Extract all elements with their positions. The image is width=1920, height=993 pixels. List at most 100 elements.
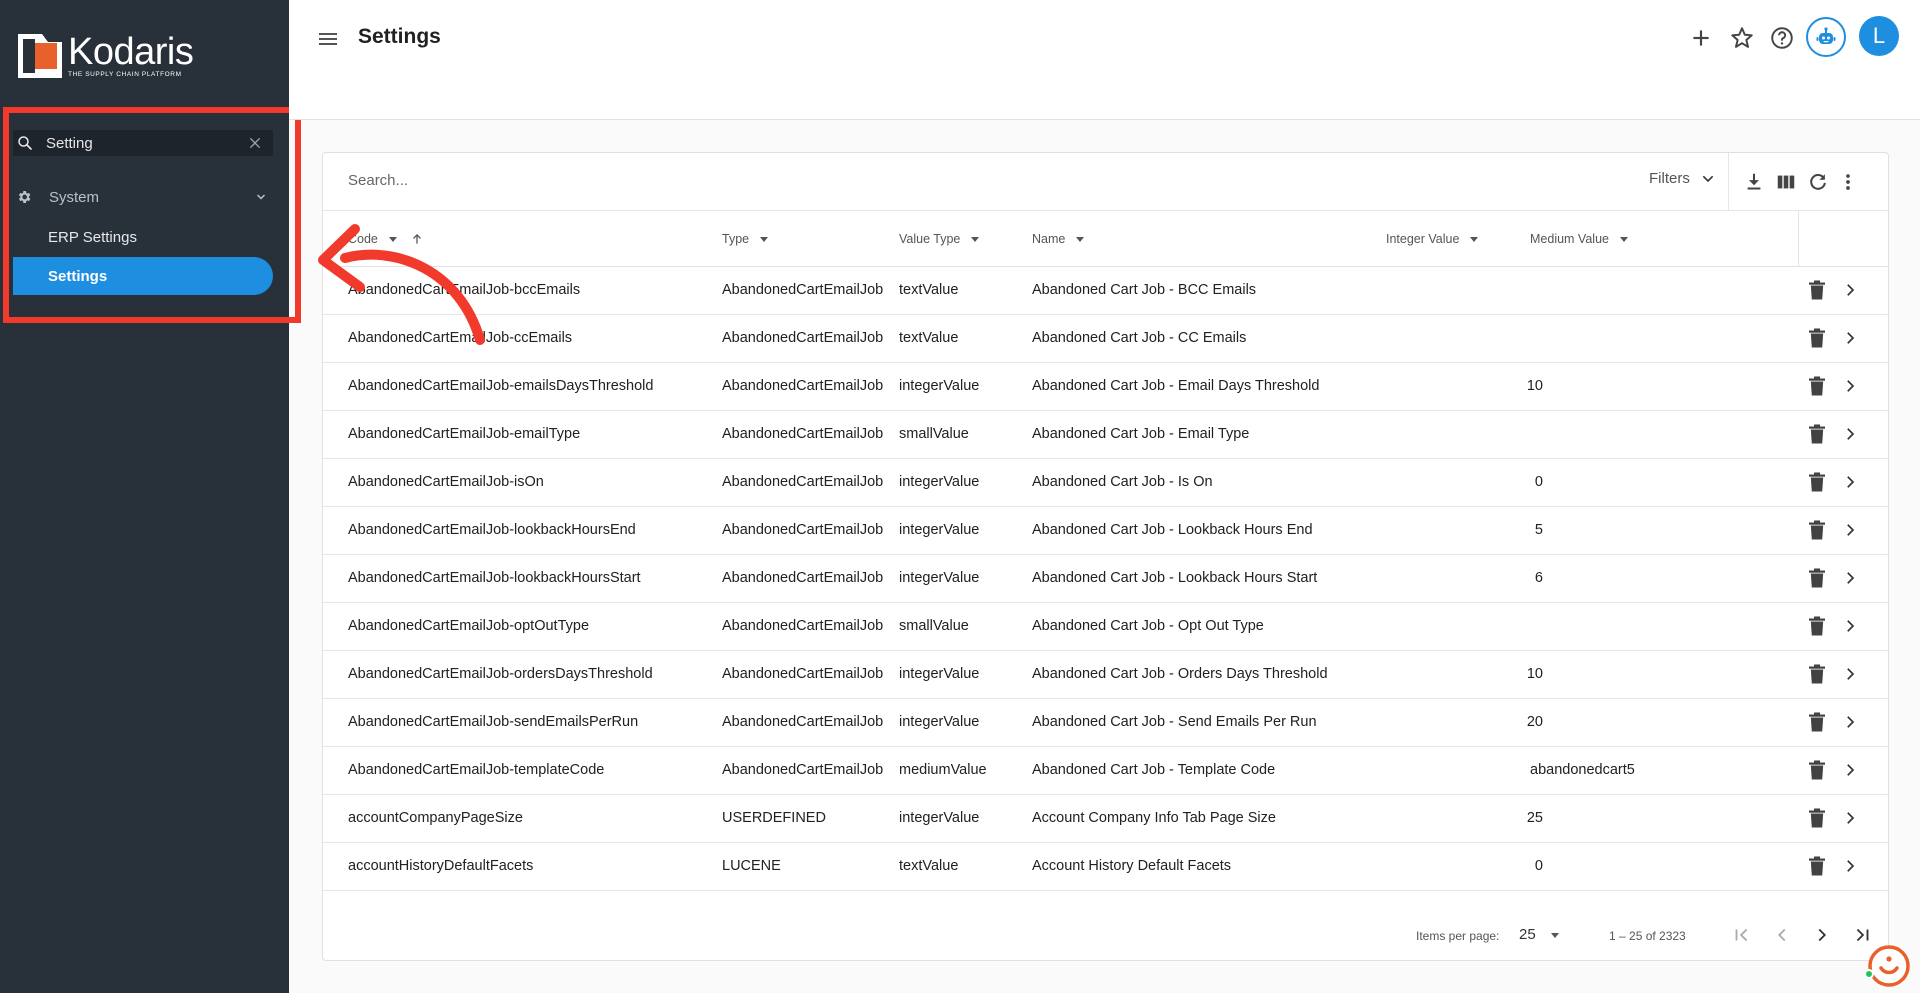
- chevron-right-icon[interactable]: [1841, 809, 1859, 827]
- first-page-icon[interactable]: [1731, 924, 1753, 946]
- sort-dropdown-icon[interactable]: [1619, 234, 1629, 244]
- next-page-icon[interactable]: [1811, 924, 1833, 946]
- column-header-type[interactable]: Type: [722, 232, 769, 246]
- chevron-right-icon[interactable]: [1841, 713, 1859, 731]
- chevron-right-icon[interactable]: [1841, 425, 1859, 443]
- trash-icon[interactable]: [1808, 472, 1826, 492]
- table-row[interactable]: AbandonedCartEmailJob-templateCode Abando…: [323, 747, 1888, 795]
- chevron-right-icon[interactable]: [1841, 521, 1859, 539]
- cell-type: AbandonedCartEmailJob: [722, 282, 884, 298]
- more-vertical-icon[interactable]: [1837, 171, 1859, 193]
- dropdown-caret-icon: [1550, 932, 1559, 938]
- chevron-right-icon[interactable]: [1841, 857, 1859, 875]
- column-header-integer-value[interactable]: Integer Value: [1386, 232, 1479, 246]
- cell-type: AbandonedCartEmailJob: [722, 762, 884, 778]
- chevron-right-icon[interactable]: [1841, 665, 1859, 683]
- sidebar-search-input[interactable]: Setting: [13, 130, 273, 156]
- cell-value-type: integerValue: [899, 378, 980, 394]
- trash-icon[interactable]: [1808, 856, 1826, 876]
- columns-icon[interactable]: [1775, 171, 1797, 193]
- arrow-up-icon[interactable]: [410, 232, 424, 246]
- table-row[interactable]: AbandonedCartEmailJob-bccEmails Abandoned…: [323, 267, 1888, 315]
- sort-dropdown-icon[interactable]: [759, 234, 769, 244]
- sort-dropdown-icon[interactable]: [1075, 234, 1085, 244]
- cell-integer-value: 10: [1526, 378, 1543, 394]
- table-row[interactable]: AbandonedCartEmailJob-optOutType Abandone…: [323, 603, 1888, 651]
- trash-icon[interactable]: [1808, 616, 1826, 636]
- chevron-right-icon[interactable]: [1841, 569, 1859, 587]
- cell-type: LUCENE: [722, 858, 781, 874]
- chevron-right-icon[interactable]: [1841, 377, 1859, 395]
- table-paginator: Items per page: 25 1 – 25 of 2323: [323, 905, 1888, 960]
- toolbar-divider: [1728, 153, 1729, 211]
- sort-dropdown-icon[interactable]: [1469, 234, 1479, 244]
- filters-button[interactable]: Filters: [1649, 170, 1716, 187]
- close-icon[interactable]: [247, 135, 263, 151]
- actions-column-divider: [1798, 211, 1799, 267]
- table-row[interactable]: AbandonedCartEmailJob-lookbackHoursEnd Ab…: [323, 507, 1888, 555]
- trash-icon[interactable]: [1808, 520, 1826, 540]
- table-toolbar: Search... Filters: [323, 153, 1888, 211]
- refresh-icon[interactable]: [1807, 171, 1829, 193]
- trash-icon[interactable]: [1808, 328, 1826, 348]
- user-avatar[interactable]: L: [1859, 16, 1899, 56]
- column-header-value-type[interactable]: Value Type: [899, 232, 980, 246]
- table-row[interactable]: AbandonedCartEmailJob-emailType Abandoned…: [323, 411, 1888, 459]
- table-row[interactable]: accountHistoryDefaultFacets LUCENE textVal…: [323, 843, 1888, 891]
- kodaris-logo[interactable]: Kodaris THE SUPPLY CHAIN PLATFORM: [18, 33, 194, 78]
- cell-code: AbandonedCartEmailJob-emailType: [348, 426, 581, 442]
- table-row[interactable]: AbandonedCartEmailJob-ordersDaysThreshol…: [323, 651, 1888, 699]
- table-row[interactable]: accountCompanyPageSize USERDEFINED integer…: [323, 795, 1888, 843]
- cell-code: AbandonedCartEmailJob-isOn: [348, 474, 544, 490]
- sidebar-item-settings[interactable]: Settings: [13, 257, 273, 295]
- cell-type: AbandonedCartEmailJob: [722, 666, 884, 682]
- column-header-medium-value[interactable]: Medium Value: [1530, 232, 1629, 246]
- trash-icon[interactable]: [1808, 424, 1826, 444]
- chevron-right-icon[interactable]: [1841, 761, 1859, 779]
- chevron-right-icon[interactable]: [1841, 473, 1859, 491]
- hamburger-menu-icon[interactable]: [316, 27, 340, 51]
- cell-value-type: integerValue: [899, 570, 980, 586]
- table-row[interactable]: AbandonedCartEmailJob-ccEmails AbandonedC…: [323, 315, 1888, 363]
- cell-value-type: textValue: [899, 858, 959, 874]
- assistant-button[interactable]: [1806, 17, 1846, 57]
- cell-name: Abandoned Cart Job - Lookback Hours Star…: [1032, 570, 1318, 586]
- chevron-right-icon[interactable]: [1841, 617, 1859, 635]
- cell-code: AbandonedCartEmailJob-bccEmails: [348, 282, 581, 298]
- chevron-right-icon[interactable]: [1841, 281, 1859, 299]
- trash-icon[interactable]: [1808, 808, 1826, 828]
- trash-icon[interactable]: [1808, 376, 1826, 396]
- cell-value-type: integerValue: [899, 522, 980, 538]
- table-body: AbandonedCartEmailJob-bccEmails Abandoned…: [323, 267, 1888, 905]
- star-icon[interactable]: [1729, 25, 1755, 51]
- trash-icon[interactable]: [1808, 760, 1826, 780]
- download-icon[interactable]: [1743, 171, 1765, 193]
- previous-page-icon[interactable]: [1771, 924, 1793, 946]
- sidebar-group-system[interactable]: System: [13, 182, 273, 212]
- sort-dropdown-icon[interactable]: [970, 234, 980, 244]
- chat-widget-icon[interactable]: [1867, 944, 1911, 988]
- last-page-icon[interactable]: [1851, 924, 1873, 946]
- cell-integer-value: 0: [1534, 474, 1543, 490]
- chevron-right-icon[interactable]: [1841, 329, 1859, 347]
- help-circle-icon[interactable]: [1769, 25, 1795, 51]
- table-row[interactable]: AbandonedCartEmailJob-emailsDaysThreshol…: [323, 363, 1888, 411]
- trash-icon[interactable]: [1808, 568, 1826, 588]
- trash-icon[interactable]: [1808, 712, 1826, 732]
- table-row[interactable]: AbandonedCartEmailJob-sendEmailsPerRun Ab…: [323, 699, 1888, 747]
- sort-dropdown-icon[interactable]: [388, 234, 398, 244]
- table-search-input[interactable]: Search...: [348, 172, 408, 189]
- sidebar-item-erp-settings[interactable]: ERP Settings: [13, 218, 273, 256]
- sidebar-search-value: Setting: [46, 134, 93, 152]
- column-header-code[interactable]: Code: [348, 232, 424, 246]
- trash-icon[interactable]: [1808, 664, 1826, 684]
- cell-code: accountHistoryDefaultFacets: [348, 858, 534, 874]
- table-row[interactable]: AbandonedCartEmailJob-lookbackHoursStart…: [323, 555, 1888, 603]
- table-row[interactable]: AbandonedCartEmailJob-isOn AbandonedCartE…: [323, 459, 1888, 507]
- column-header-name[interactable]: Name: [1032, 232, 1085, 246]
- items-per-page-select[interactable]: 25: [1519, 926, 1560, 943]
- cell-name: Abandoned Cart Job - Email Type: [1032, 426, 1250, 442]
- cell-value-type: integerValue: [899, 714, 980, 730]
- trash-icon[interactable]: [1808, 280, 1826, 300]
- plus-icon[interactable]: [1688, 25, 1714, 51]
